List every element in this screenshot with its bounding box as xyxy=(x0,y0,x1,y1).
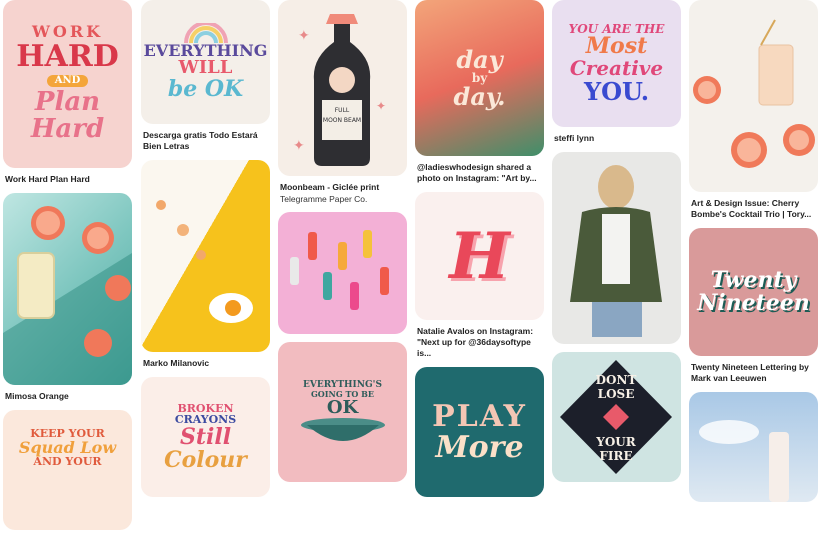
pin-sky[interactable] xyxy=(689,392,818,503)
pin-caption[interactable]: Twenty Nineteen Lettering by Mark van Le… xyxy=(689,356,818,384)
bottle-illustration: ✦ ✦ ✦ FULL MOON BEAM xyxy=(293,14,386,166)
teacup-icon xyxy=(300,418,385,442)
column-6: Art & Design Issue: Cherry Bombe's Cockt… xyxy=(689,0,818,510)
pin-image[interactable]: YOU ARE THE Most Creative YOU. xyxy=(552,0,681,127)
pin-cherry-bombe[interactable]: Art & Design Issue: Cherry Bombe's Cockt… xyxy=(689,0,818,220)
pin-image[interactable] xyxy=(552,152,681,345)
pin-image[interactable]: KEEP YOUR Squad Low AND YOUR xyxy=(3,410,132,531)
pin-day-by-day[interactable]: day by day. @ladieswhodesign shared a ph… xyxy=(415,0,544,184)
pin-caption[interactable]: steffi lynn xyxy=(552,127,681,144)
pin-todo-estara[interactable]: EVERYTHING WILL be OK Descarga gratis To… xyxy=(141,0,270,152)
pin-image[interactable] xyxy=(3,193,132,386)
pin-caption[interactable]: Natalie Avalos on Instagram: "Next up fo… xyxy=(415,320,544,359)
pin-marko[interactable]: Marko Milanovic xyxy=(141,160,270,369)
column-5: YOU ARE THE Most Creative YOU. steffi ly… xyxy=(552,0,681,490)
pin-image[interactable]: day by day. xyxy=(415,0,544,156)
sky-photo xyxy=(699,420,789,503)
pin-mimosa[interactable]: Mimosa Orange xyxy=(3,193,132,402)
pin-image[interactable] xyxy=(689,0,818,192)
fashion-photo xyxy=(570,165,662,338)
pin-caption[interactable]: Work Hard Plan Hard xyxy=(3,168,132,185)
pin-jacket[interactable] xyxy=(552,152,681,345)
pin-natalie[interactable]: H Natalie Avalos on Instagram: "Next up … xyxy=(415,192,544,359)
pin-image[interactable]: H xyxy=(415,192,544,321)
pin-caption[interactable]: Mimosa Orange xyxy=(3,385,132,402)
pin-caption[interactable]: Art & Design Issue: Cherry Bombe's Cockt… xyxy=(689,192,818,220)
pin-image[interactable]: ✦ ✦ ✦ FULL MOON BEAM xyxy=(278,0,407,176)
pin-work-hard[interactable]: WORK HARD AND Plan Hard Work Hard Plan H… xyxy=(3,0,132,185)
pin-everything-ok-cup[interactable]: EVERYTHING'S GOING TO BE OK xyxy=(278,342,407,483)
pin-image[interactable] xyxy=(141,160,270,353)
column-4: day by day. @ladieswhodesign shared a ph… xyxy=(415,0,544,505)
svg-text:✦: ✦ xyxy=(298,28,310,44)
svg-text:FULL: FULL xyxy=(335,107,350,114)
svg-text:✦: ✦ xyxy=(293,138,305,154)
svg-text:MOON BEAM: MOON BEAM xyxy=(323,117,361,124)
pin-most-creative[interactable]: YOU ARE THE Most Creative YOU. steffi ly… xyxy=(552,0,681,144)
svg-text:DONT: DONT xyxy=(596,373,637,387)
column-1: WORK HARD AND Plan Hard Work Hard Plan H… xyxy=(3,0,132,538)
pin-image[interactable]: EVERYTHING WILL be OK xyxy=(141,0,270,124)
pin-subcaption[interactable]: Telegramme Paper Co. xyxy=(278,193,407,204)
svg-text:FIRE: FIRE xyxy=(599,449,632,463)
dont-lose-your-fire-art: DONT LOSE YOUR FIRE xyxy=(560,360,672,475)
pin-twenty-nineteen[interactable]: Twenty Nineteen Twenty Nineteen Letterin… xyxy=(689,228,818,384)
pin-caption[interactable]: Moonbeam - Giclée print xyxy=(278,176,407,193)
pin-play-more[interactable]: PLAY More xyxy=(415,367,544,498)
pin-image[interactable]: DONT LOSE YOUR FIRE xyxy=(552,352,681,483)
egg-photo xyxy=(156,200,253,324)
rainbow-icon xyxy=(183,22,228,43)
pin-caption[interactable]: Descarga gratis Todo Estará Bien Letras xyxy=(141,124,270,152)
pin-image[interactable]: PLAY More xyxy=(415,367,544,498)
pin-broken-crayons[interactable]: BROKEN CRAYONS Still Colour xyxy=(141,377,270,498)
pin-keep-your[interactable]: KEEP YOUR Squad Low AND YOUR xyxy=(3,410,132,531)
pin-image[interactable] xyxy=(278,212,407,335)
svg-text:YOUR: YOUR xyxy=(595,435,636,449)
pin-moonbeam[interactable]: ✦ ✦ ✦ FULL MOON BEAM Moonbeam - Giclée p… xyxy=(278,0,407,204)
pin-image[interactable]: Twenty Nineteen xyxy=(689,228,818,357)
pin-caption[interactable]: @ladieswhodesign shared a photo on Insta… xyxy=(415,156,544,184)
pin-sticks[interactable] xyxy=(278,212,407,335)
svg-text:✦: ✦ xyxy=(376,99,386,113)
mimosa-photo xyxy=(3,206,132,386)
cocktail-photo xyxy=(693,19,815,168)
sticks-photo xyxy=(290,230,389,311)
pin-image[interactable]: BROKEN CRAYONS Still Colour xyxy=(141,377,270,498)
svg-text:LOSE: LOSE xyxy=(598,387,635,401)
pin-image[interactable]: WORK HARD AND Plan Hard xyxy=(3,0,132,168)
pin-dont-lose[interactable]: DONT LOSE YOUR FIRE xyxy=(552,352,681,483)
pin-caption[interactable]: Marko Milanovic xyxy=(141,352,270,369)
pin-image[interactable] xyxy=(689,392,818,503)
pin-image[interactable]: EVERYTHING'S GOING TO BE OK xyxy=(278,342,407,483)
column-2: EVERYTHING WILL be OK Descarga gratis To… xyxy=(141,0,270,505)
column-3: ✦ ✦ ✦ FULL MOON BEAM Moonbeam - Giclée p… xyxy=(278,0,407,490)
